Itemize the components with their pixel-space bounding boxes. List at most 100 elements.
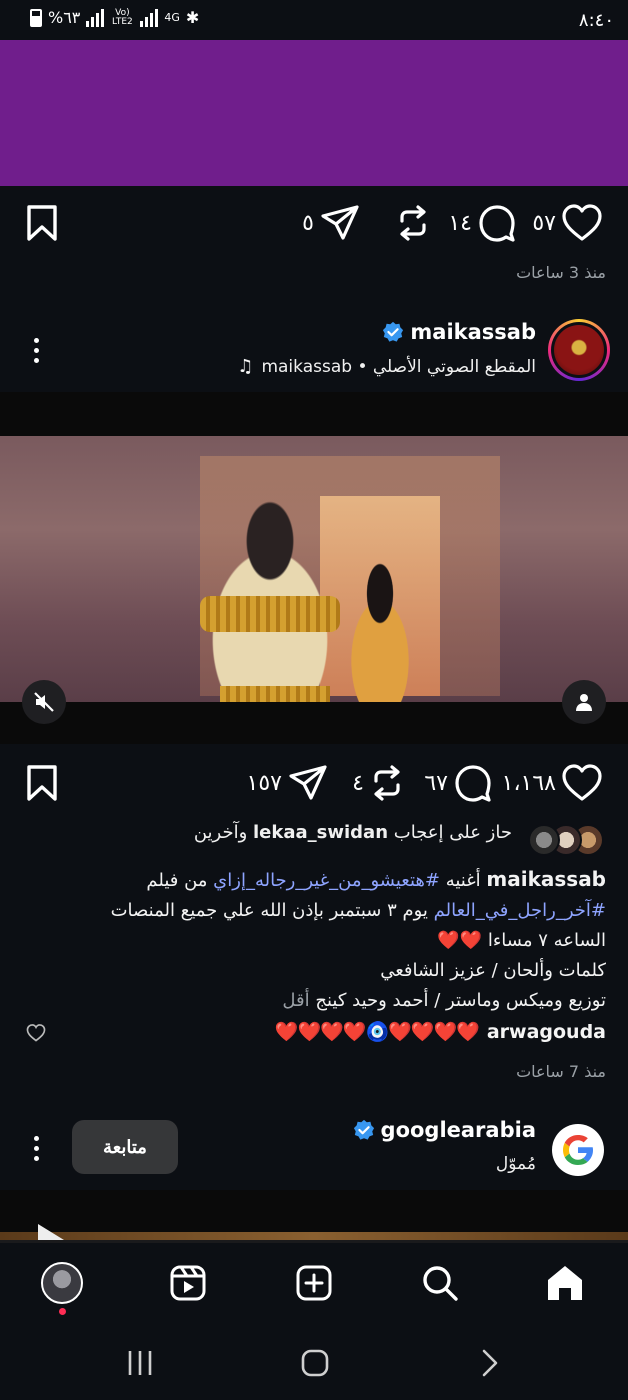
- hashtag-link[interactable]: #آخر_راجل_في_العالم: [434, 900, 606, 921]
- lte-label: Vo) LTE2: [112, 7, 133, 27]
- avatar[interactable]: [41, 1262, 83, 1304]
- save-button[interactable]: [26, 764, 58, 802]
- repost-icon[interactable]: [396, 204, 430, 242]
- back-icon[interactable]: [480, 1349, 500, 1377]
- mute-button[interactable]: [22, 680, 66, 724]
- hashtag-link[interactable]: #هتعيشو_من_غير_رجاله_إزاي: [213, 870, 440, 891]
- audio-line[interactable]: المقطع الصوتي الأصلي • maikassab ♫: [237, 356, 536, 377]
- caption-text: الساعه ٧ مساءا: [487, 930, 606, 951]
- status-time: ٨:٤٠: [578, 10, 614, 31]
- battery-level: %٦٣: [48, 8, 81, 27]
- plus-square-icon[interactable]: [295, 1264, 333, 1302]
- caption-text: يوم ٣ سبتمبر بإذن الله علي جميع المنصات: [110, 900, 428, 921]
- signal-icon: [86, 8, 105, 27]
- avatar[interactable]: [548, 319, 610, 381]
- google-logo-icon: [563, 1135, 593, 1165]
- signal-icon-2: [140, 8, 159, 27]
- share-group[interactable]: ٥: [302, 204, 360, 242]
- battery-icon: [30, 8, 42, 27]
- bookmark-icon[interactable]: [26, 764, 58, 802]
- more-options-button[interactable]: [32, 338, 40, 363]
- comment-icon[interactable]: [454, 764, 492, 802]
- status-bar: ٨:٤٠ %٦٣ Vo) LTE2 4G ✱: [0, 0, 628, 40]
- home-icon[interactable]: [545, 1264, 585, 1302]
- caption-word: أغنيه: [445, 870, 481, 891]
- caption-line-2: #آخر_راجل_في_العالم يوم ٣ سبتمبر بإذن ال…: [16, 896, 606, 926]
- comment-text: ❤️❤️❤️❤️🧿❤️❤️❤️❤️: [274, 1021, 480, 1043]
- username[interactable]: googlearabia: [381, 1118, 536, 1142]
- notification-dot: [59, 1308, 66, 1315]
- comment-count: ١٤: [448, 210, 472, 236]
- post-actions: ٥٧ ١٤ ٥: [0, 186, 628, 262]
- heart-icon[interactable]: [562, 204, 602, 242]
- liked-by-text[interactable]: حاز على إعجاب lekaa_swidan وآخرين: [194, 822, 512, 843]
- recent-apps-icon[interactable]: [126, 1349, 154, 1377]
- play-icon[interactable]: [36, 1224, 66, 1240]
- post-caption: maikassab أغنيه #هتعيشو_من_غير_رجاله_إزا…: [16, 864, 606, 1016]
- username-row[interactable]: googlearabia: [353, 1118, 536, 1142]
- avatar[interactable]: [552, 1124, 604, 1176]
- like-count: ٥٧: [532, 210, 556, 236]
- share-group[interactable]: ١٥٧: [247, 764, 328, 802]
- repost-group[interactable]: ٤: [352, 764, 404, 802]
- post-actions: ١،١٦٨ ٦٧ ٤ ١٥٧: [0, 746, 628, 822]
- liked-by-suffix: وآخرين: [193, 822, 248, 843]
- send-icon[interactable]: [320, 204, 360, 242]
- caption-line-3: الساعه ٧ مساءا ❤️❤️: [16, 926, 606, 956]
- repost-count: ٤: [352, 770, 364, 796]
- verified-badge-icon: [353, 1119, 374, 1140]
- liked-by-user[interactable]: lekaa_swidan: [253, 822, 388, 843]
- network-label: 4G: [164, 11, 180, 24]
- like-group[interactable]: ٥٧: [532, 204, 602, 242]
- status-icons: %٦٣ Vo) LTE2 4G ✱: [30, 8, 199, 27]
- nav-home[interactable]: [543, 1261, 587, 1305]
- comment-count: ٦٧: [424, 770, 448, 796]
- caption-word: من فيلم: [146, 870, 208, 891]
- search-icon[interactable]: [421, 1264, 459, 1302]
- tagged-people-button[interactable]: [562, 680, 606, 724]
- like-group[interactable]: ١،١٦٨: [502, 764, 602, 802]
- bottom-nav: [0, 1243, 628, 1323]
- username-row[interactable]: maikassab: [382, 320, 536, 344]
- heart-icon[interactable]: [562, 764, 602, 802]
- nav-search[interactable]: [418, 1261, 462, 1305]
- audio-label[interactable]: المقطع الصوتي الأصلي • maikassab: [261, 357, 536, 377]
- share-count: ٥: [302, 210, 314, 236]
- repost-button[interactable]: [396, 204, 430, 242]
- video-player[interactable]: [0, 436, 628, 702]
- repost-icon[interactable]: [370, 764, 404, 802]
- caption-text: توزيع وميكس وماستر / أحمد وحيد كينج: [315, 990, 606, 1011]
- heart-emoji: ❤️❤️: [437, 930, 483, 951]
- comment-username[interactable]: arwagouda: [487, 1021, 606, 1043]
- more-options-button[interactable]: [32, 1136, 40, 1161]
- caption-username[interactable]: maikassab: [486, 867, 606, 891]
- like-count: ١،١٦٨: [501, 770, 556, 796]
- caption-line-4: كلمات وألحان / عزيز الشافعي: [380, 960, 606, 981]
- save-button[interactable]: [26, 204, 58, 242]
- post-header: maikassab المقطع الصوتي الأصلي • maikass…: [0, 316, 628, 392]
- home-button-icon[interactable]: [300, 1349, 330, 1377]
- bookmark-icon[interactable]: [26, 204, 58, 242]
- post-time: منذ 7 ساعات: [516, 1062, 606, 1081]
- person-icon: [576, 694, 592, 711]
- post-time: منذ 3 ساعات: [516, 263, 606, 282]
- comment-icon[interactable]: [478, 204, 516, 242]
- comment-like-icon[interactable]: [26, 1024, 46, 1042]
- nav-create[interactable]: [292, 1261, 336, 1305]
- liked-by-avatars[interactable]: [524, 824, 604, 856]
- nav-reels[interactable]: [166, 1261, 210, 1305]
- comment-group[interactable]: ٦٧: [424, 764, 492, 802]
- caption-line-5: توزيع وميكس وماستر / أحمد وحيد كينج أقل: [16, 986, 606, 1016]
- post-media[interactable]: [0, 40, 628, 186]
- show-less-link[interactable]: أقل: [282, 990, 309, 1011]
- comment-group[interactable]: ١٤: [448, 204, 516, 242]
- send-icon[interactable]: [288, 764, 328, 802]
- reels-icon[interactable]: [169, 1264, 207, 1302]
- follow-button[interactable]: متابعة: [72, 1120, 178, 1174]
- comment-preview[interactable]: arwagouda ❤️❤️❤️❤️🧿❤️❤️❤️❤️: [274, 1020, 606, 1044]
- liked-by-prefix: حاز على إعجاب: [393, 822, 512, 843]
- post-media-top: [0, 1190, 628, 1240]
- caption-line-1: maikassab أغنيه #هتعيشو_من_غير_رجاله_إزا…: [16, 864, 606, 896]
- nav-profile[interactable]: [40, 1261, 84, 1315]
- username[interactable]: maikassab: [410, 320, 536, 344]
